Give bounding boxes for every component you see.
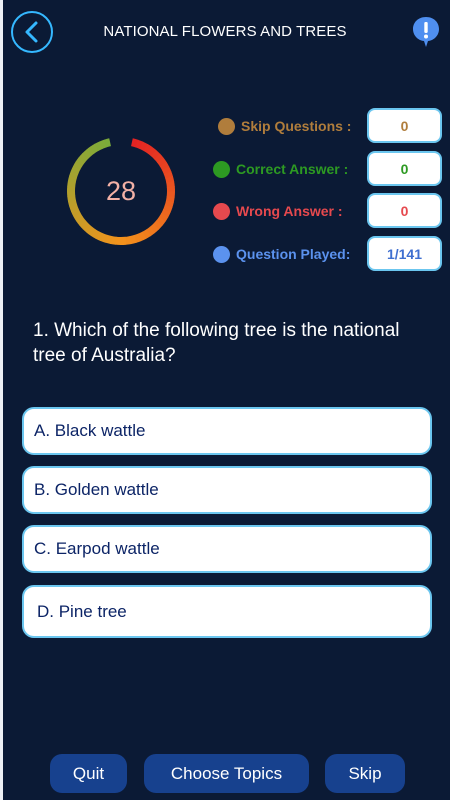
wrong-dot-icon	[213, 202, 230, 220]
option-d[interactable]: D. Pine tree	[22, 585, 432, 638]
stat-wrong-label: Wrong Answer :	[236, 203, 343, 219]
stat-skip-label: Skip Questions :	[241, 118, 352, 134]
option-b-label: B. Golden wattle	[34, 480, 159, 499]
stat-played-value: 1/141	[367, 236, 442, 271]
stat-played-label: Question Played:	[236, 246, 351, 262]
stat-skip: Skip Questions :	[218, 109, 351, 143]
option-c-label: C. Earpod wattle	[34, 539, 160, 558]
option-a-label: A. Black wattle	[34, 421, 146, 440]
page-title: NATIONAL FLOWERS AND TREES	[103, 23, 347, 40]
skip-button[interactable]: Skip	[325, 754, 405, 793]
countdown-timer: 28	[64, 134, 178, 248]
stat-wrong-value: 0	[367, 193, 442, 228]
info-button[interactable]	[411, 15, 441, 49]
stat-correct-value: 0	[367, 151, 442, 186]
option-a[interactable]: A. Black wattle	[22, 407, 432, 455]
timer-value: 28	[105, 175, 137, 206]
option-b[interactable]: B. Golden wattle	[22, 466, 432, 514]
question-text: 1. Which of the following tree is the na…	[33, 320, 400, 366]
chevron-left-icon	[25, 21, 38, 43]
exclamation-bubble-icon	[413, 17, 439, 47]
stat-skip-value: 0	[367, 108, 442, 143]
option-c[interactable]: C. Earpod wattle	[22, 525, 432, 573]
back-button[interactable]	[11, 11, 53, 53]
correct-dot-icon	[213, 160, 230, 178]
stat-correct: Correct Answer :	[213, 152, 348, 186]
option-d-label: D. Pine tree	[37, 601, 127, 621]
stat-correct-label: Correct Answer :	[236, 161, 349, 177]
quit-button[interactable]: Quit	[50, 754, 127, 793]
stat-played: Question Played:	[213, 237, 350, 271]
played-dot-icon	[213, 245, 230, 263]
choose-topics-button[interactable]: Choose Topics	[144, 754, 309, 793]
skip-dot-icon	[218, 117, 235, 135]
screen-edge	[0, 0, 3, 800]
stat-wrong: Wrong Answer :	[213, 194, 343, 228]
quiz-screen: NATIONAL FLOWERS AND TREES 28 Skip Quest…	[0, 0, 450, 800]
